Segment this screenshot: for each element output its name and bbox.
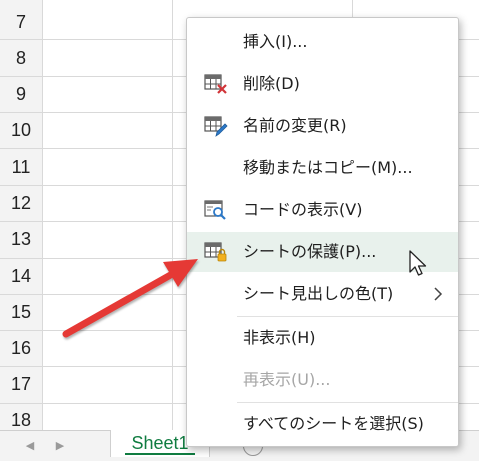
mouse-cursor-icon [409,250,427,276]
annotation-arrow-icon [62,259,198,338]
